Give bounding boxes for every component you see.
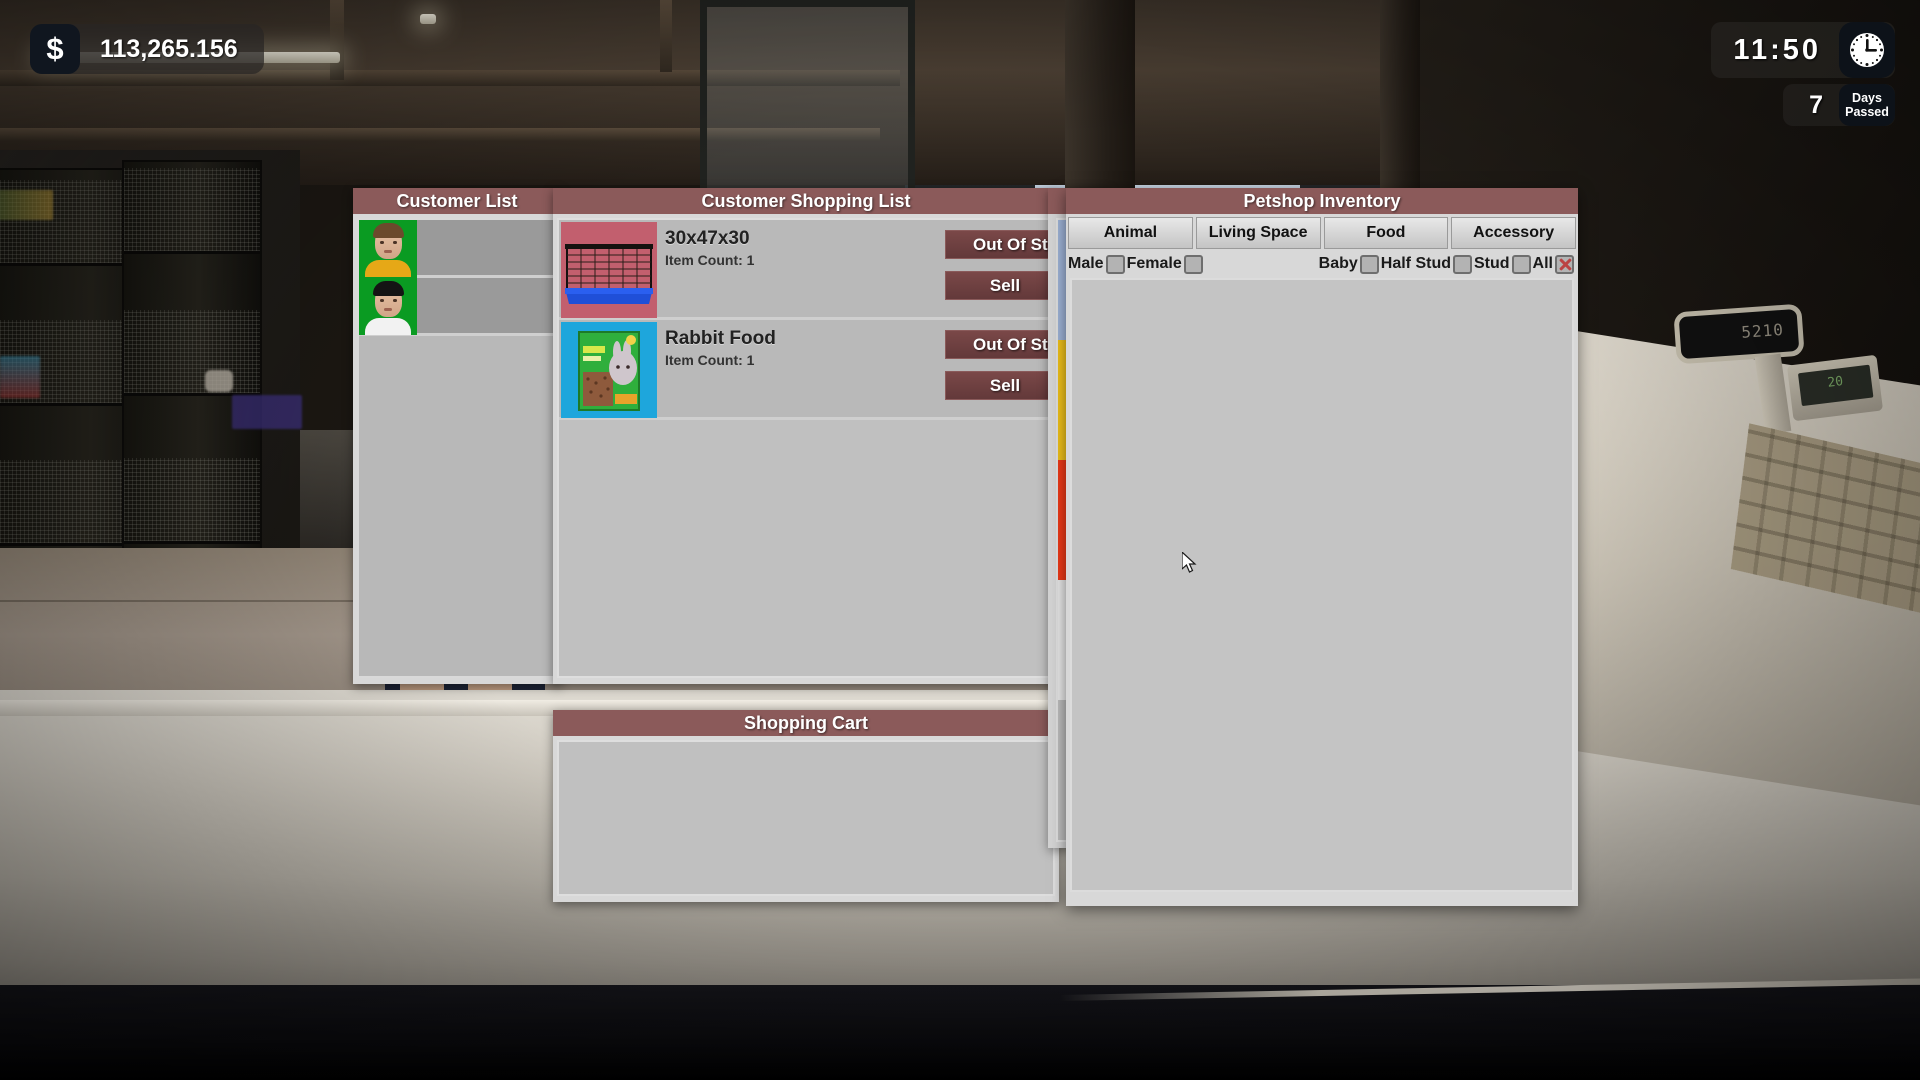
days-passed-display: 7 Days Passed [1783,84,1895,126]
filter-all-label: All [1532,255,1553,272]
customer-list-item[interactable] [359,220,555,278]
petshop-inventory-window: Petshop Inventory Animal Living Space Fo… [1066,188,1578,906]
customer-shopping-list-window: Customer Shopping List 30x47x30 Item Cou… [553,188,1059,684]
customer-list-title: Customer List [353,188,561,214]
filter-male-label: Male [1068,255,1104,272]
inventory-title: Petshop Inventory [1066,188,1578,214]
filter-stud[interactable]: Stud [1474,254,1533,274]
money-amount: 113,265.156 [100,34,238,63]
filter-male-checkbox[interactable] [1105,254,1125,274]
time-display: 11:50 [1711,22,1895,78]
inventory-filters: Male Female Baby Half Stud Stud All [1066,251,1578,277]
days-label-line2: Passed [1845,105,1889,119]
inventory-tabs: Animal Living Space Food Accessory [1066,214,1578,249]
filter-female[interactable]: Female [1126,254,1205,274]
tab-accessory[interactable]: Accessory [1451,217,1576,249]
cage-thumbnail [561,222,657,318]
shopping-list-title: Customer Shopping List [553,188,1059,214]
filter-baby-checkbox[interactable] [1359,254,1379,274]
filter-half-stud[interactable]: Half Stud [1380,254,1474,274]
filter-all-checkbox[interactable] [1555,254,1574,274]
days-label-line1: Days [1852,91,1882,105]
customer-avatar [359,276,417,335]
sell-button[interactable]: Sell [945,371,1053,400]
mouse-pointer [1181,550,1200,576]
customer-avatar [359,220,417,277]
tab-living-space[interactable]: Living Space [1195,217,1321,249]
filter-half-stud-checkbox[interactable] [1453,254,1472,274]
filter-stud-label: Stud [1474,255,1510,272]
shopping-list-body: 30x47x30 Item Count: 1 Out Of Stock Sell [557,218,1055,678]
clock-time: 11:50 [1733,33,1821,66]
clock-icon [1839,22,1895,78]
days-count: 7 [1809,90,1823,119]
money-display: $ 113,265.156 [30,24,264,74]
out-of-stock-badge: Out Of Stock [945,230,1053,259]
shopping-cart-body[interactable] [557,740,1055,896]
filter-baby-label: Baby [1318,255,1358,272]
tab-food[interactable]: Food [1323,217,1449,249]
tab-animal[interactable]: Animal [1068,217,1193,249]
filter-half-stud-label: Half Stud [1380,255,1451,272]
sell-button[interactable]: Sell [945,271,1053,300]
shopping-cart-window: Shopping Cart [553,710,1059,902]
shopping-cart-title: Shopping Cart [553,710,1059,736]
out-of-stock-badge: Out Of Stock [945,330,1053,359]
filter-stud-checkbox[interactable] [1511,254,1531,274]
filter-male[interactable]: Male [1068,254,1127,274]
days-passed-label: Days Passed [1839,84,1895,126]
rabbit-food-thumbnail [561,322,657,418]
filter-all[interactable]: All [1532,254,1576,274]
filter-female-label: Female [1126,255,1182,272]
filter-baby[interactable]: Baby [1318,254,1381,274]
customer-list-window: Customer List [353,188,561,684]
shopping-list-row[interactable]: Rabbit Food Item Count: 1 Out Of Stock S… [559,320,1053,420]
filter-female-checkbox[interactable] [1183,254,1203,274]
dollar-icon: $ [30,24,80,74]
inventory-item-grid[interactable] [1070,278,1574,892]
customer-list-item[interactable] [359,276,555,336]
customer-list-body[interactable] [357,218,557,678]
shopping-list-row[interactable]: 30x47x30 Item Count: 1 Out Of Stock Sell [559,220,1053,320]
